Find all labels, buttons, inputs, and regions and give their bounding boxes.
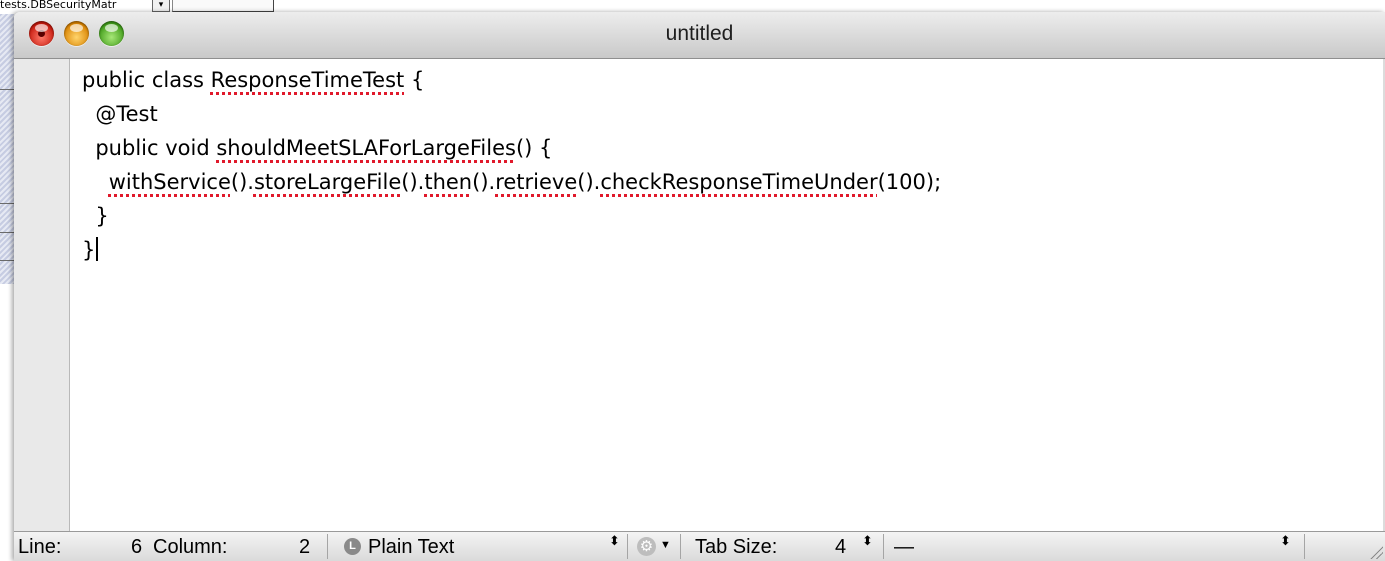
code-line-2: @Test: [82, 102, 158, 126]
code-token: ().: [230, 170, 254, 194]
background-field-box[interactable]: [172, 0, 274, 12]
line-value: 6: [131, 536, 143, 558]
tab-size-value[interactable]: 4: [835, 535, 846, 559]
status-divider: [680, 534, 681, 559]
status-divider: [883, 534, 884, 559]
status-bar: Line: 6 Column: 2 L Plain Text ⬍ ⚙ ▼ Tab…: [14, 531, 1385, 561]
code-token: }: [82, 238, 96, 262]
tab-size-stepper-icon[interactable]: ⬍: [862, 534, 873, 547]
code-token: ().: [472, 170, 496, 194]
code-token: () {: [515, 136, 553, 160]
language-popup[interactable]: Plain Text: [368, 535, 454, 559]
status-divider: [327, 534, 328, 559]
misspelled-token: withService: [108, 170, 231, 194]
code-token: (100);: [877, 170, 942, 194]
background-popup-arrow-icon[interactable]: ▾: [152, 0, 170, 12]
code-token: ().: [577, 170, 601, 194]
status-divider: [627, 534, 628, 559]
misspelled-token: checkResponseTimeUnder: [600, 170, 878, 194]
column-label: Column:: [153, 536, 228, 558]
line-label: Line:: [18, 536, 62, 558]
code-line-1: public class ResponseTimeTest {: [82, 67, 424, 93]
tab-size-label: Tab Size:: [695, 536, 778, 558]
editor-window: untitled public class ResponseTimeTest {…: [14, 12, 1385, 561]
text-caret: [96, 237, 99, 261]
title-bar[interactable]: untitled: [14, 12, 1385, 59]
code-token: {: [404, 68, 425, 92]
editor-gutter: [14, 59, 70, 532]
language-icon: L: [344, 538, 361, 555]
misspelled-token: retrieve: [495, 170, 578, 194]
background-field-label: tests.DBSecurityMatr: [0, 0, 117, 11]
background-divider: [0, 260, 14, 261]
misspelled-token: shouldMeetSLAForLargeFiles: [216, 136, 516, 160]
chevron-down-icon[interactable]: ▼: [660, 539, 671, 551]
misspelled-token: then: [424, 170, 473, 194]
misspelled-token: storeLargeFile: [253, 170, 402, 194]
code-token: ().: [401, 170, 425, 194]
resize-grip-icon[interactable]: [1369, 545, 1383, 559]
code-line-4: withService().storeLargeFile().then().re…: [82, 169, 941, 195]
symbol-stepper-icon[interactable]: ⬍: [1280, 534, 1291, 547]
background-divider: [0, 203, 14, 204]
code-line-5: }: [82, 204, 109, 228]
window-title: untitled: [665, 22, 734, 45]
column-value: 2: [299, 536, 311, 558]
background-divider: [0, 232, 14, 233]
gear-icon[interactable]: ⚙: [637, 537, 656, 556]
code-line-3: public void shouldMeetSLAForLargeFiles()…: [82, 135, 552, 161]
status-divider: [1304, 534, 1305, 559]
code-line-6: }: [82, 237, 99, 263]
background-divider: [0, 89, 14, 90]
background-sidebar-stripe: [0, 14, 14, 284]
language-stepper-icon[interactable]: ⬍: [609, 534, 620, 547]
symbol-popup[interactable]: —: [894, 535, 914, 559]
misspelled-token: ResponseTimeTest: [210, 68, 405, 92]
code-token: public class: [82, 68, 211, 92]
code-editor-text-area[interactable]: public class ResponseTimeTest { @Test pu…: [70, 59, 1385, 532]
code-token: public void: [82, 136, 217, 160]
